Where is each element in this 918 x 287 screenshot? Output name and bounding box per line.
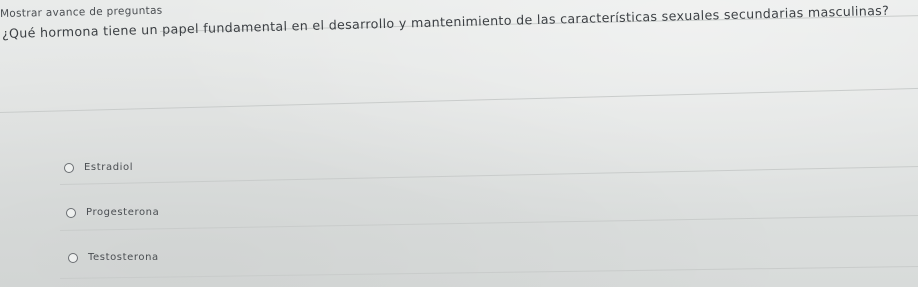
radio-testosterona[interactable]: [68, 252, 78, 263]
option-divider: [59, 265, 918, 279]
radio-progesterona[interactable]: [66, 207, 76, 218]
option-label: Estradiol: [84, 162, 134, 173]
answer-option-estradiol[interactable]: Estradiol: [64, 162, 133, 173]
option-label: Testosterona: [88, 252, 159, 263]
quiz-panel: Mostrar avance de preguntas ¿Qué hormona…: [0, 0, 918, 287]
show-progress-link[interactable]: Mostrar avance de preguntas: [0, 5, 163, 20]
question-divider: [0, 87, 918, 113]
option-label: Progesterona: [86, 207, 160, 218]
answer-option-testosterona[interactable]: Testosterona: [68, 252, 159, 263]
option-divider: [59, 214, 918, 231]
option-divider: [59, 165, 918, 185]
radio-estradiol[interactable]: [64, 162, 74, 173]
answer-option-progesterona[interactable]: Progesterona: [66, 207, 159, 218]
